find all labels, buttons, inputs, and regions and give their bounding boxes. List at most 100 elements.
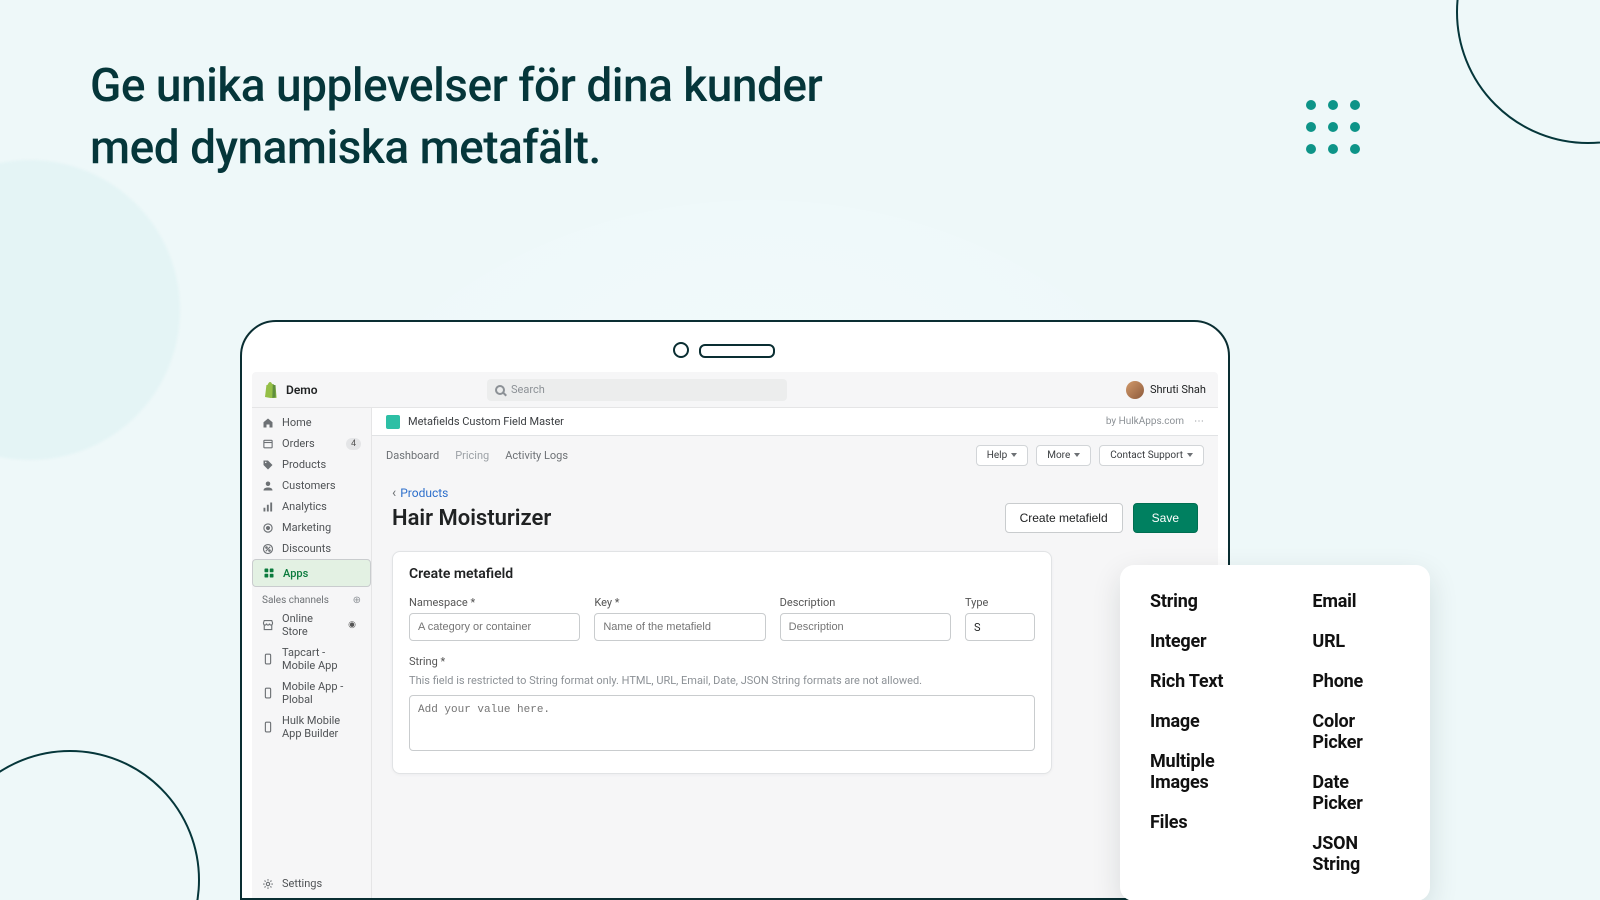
home-icon xyxy=(262,417,274,429)
tab-dashboard[interactable]: Dashboard xyxy=(386,449,439,462)
sidebar-item-label: Mobile App - Plobal xyxy=(282,680,361,706)
type-option-phone[interactable]: Phone xyxy=(1312,671,1400,692)
sales-channels-label: Sales channels ⊕ xyxy=(252,587,371,608)
sidebar-item-label: Products xyxy=(282,458,326,471)
sidebar-item-apps[interactable]: Apps xyxy=(252,559,371,587)
user-name: Shruti Shah xyxy=(1150,383,1206,396)
app-icon xyxy=(262,653,274,665)
analytics-icon xyxy=(262,501,274,513)
type-option-string[interactable]: String xyxy=(1150,591,1264,612)
gear-icon xyxy=(262,878,274,890)
tabs: Dashboard Pricing Activity Logs xyxy=(386,449,568,462)
namespace-label: Namespace * xyxy=(409,596,580,609)
sidebar-channel-online-store[interactable]: Online Store ◉ xyxy=(252,608,371,642)
type-select[interactable]: S xyxy=(965,613,1035,641)
hero-line1: Ge unika upplevelser för dina kunder xyxy=(90,59,822,113)
decor-ring-tr xyxy=(1400,0,1600,240)
sidebar-item-label: Discounts xyxy=(282,542,331,555)
chevron-down-icon xyxy=(1187,453,1193,457)
type-option-files[interactable]: Files xyxy=(1150,812,1264,833)
app-icon xyxy=(262,687,274,699)
sidebar-item-customers[interactable]: Customers xyxy=(252,475,371,496)
screen: Demo Search Shruti Shah Home Orders 4 xyxy=(252,372,1218,898)
sidebar-item-analytics[interactable]: Analytics xyxy=(252,496,371,517)
type-option-datepicker[interactable]: Date Picker xyxy=(1312,772,1400,814)
create-metafield-button[interactable]: Create metafield xyxy=(1005,503,1123,533)
hero-line2: med dynamiska metafält. xyxy=(90,121,601,175)
app-byline: by HulkApps.com xyxy=(1106,416,1184,427)
tab-activity[interactable]: Activity Logs xyxy=(505,449,568,462)
help-button[interactable]: Help xyxy=(976,445,1028,466)
main: Metafields Custom Field Master by HulkAp… xyxy=(372,408,1218,898)
sidebar-item-label: Settings xyxy=(282,877,322,890)
topbar: Demo Search Shruti Shah xyxy=(252,372,1218,408)
type-option-colorpicker[interactable]: Color Picker xyxy=(1312,711,1400,753)
description-label: Description xyxy=(780,596,951,609)
type-option-multipleimages[interactable]: Multiple Images xyxy=(1150,751,1264,793)
pin-icon[interactable]: ⋯ xyxy=(1194,416,1204,427)
user-menu[interactable]: Shruti Shah xyxy=(1126,381,1206,399)
products-icon xyxy=(262,459,274,471)
card-title: Create metafield xyxy=(409,566,1035,582)
sidebar-channel-tapcart[interactable]: Tapcart - Mobile App xyxy=(252,642,371,676)
types-popover: String Integer Rich Text Image Multiple … xyxy=(1120,565,1430,900)
chevron-down-icon xyxy=(1074,453,1080,457)
string-hint: This field is restricted to String forma… xyxy=(409,674,1035,687)
bg-blob-left xyxy=(0,160,180,460)
sidebar-item-label: Online Store xyxy=(282,612,335,638)
chevron-down-icon xyxy=(1011,453,1017,457)
app-header: Metafields Custom Field Master by HulkAp… xyxy=(372,408,1218,436)
type-option-url[interactable]: URL xyxy=(1312,631,1400,652)
sidebar-item-label: Marketing xyxy=(282,521,331,534)
sidebar-item-label: Tapcart - Mobile App xyxy=(282,646,361,672)
breadcrumb[interactable]: ‹ Products xyxy=(392,485,448,501)
app-name: Metafields Custom Field Master xyxy=(408,415,564,428)
contact-support-button[interactable]: Contact Support xyxy=(1099,445,1204,466)
sidebar-channel-hulk[interactable]: Hulk Mobile App Builder xyxy=(252,710,371,744)
type-option-email[interactable]: Email xyxy=(1312,591,1400,612)
type-option-integer[interactable]: Integer xyxy=(1150,631,1264,652)
laptop-frame: Demo Search Shruti Shah Home Orders 4 xyxy=(240,320,1230,900)
marketing-icon xyxy=(262,522,274,534)
breadcrumb-label: Products xyxy=(400,486,448,500)
sidebar-item-orders[interactable]: Orders 4 xyxy=(252,433,371,454)
save-button[interactable]: Save xyxy=(1133,503,1198,533)
view-store-icon[interactable]: ◉ xyxy=(343,619,361,631)
sidebar-item-home[interactable]: Home xyxy=(252,412,371,433)
apps-icon xyxy=(263,567,275,579)
sidebar: Home Orders 4 Products Customers A xyxy=(252,408,372,898)
sidebar-item-label: Apps xyxy=(283,567,308,580)
type-option-image[interactable]: Image xyxy=(1150,711,1264,732)
sidebar-item-marketing[interactable]: Marketing xyxy=(252,517,371,538)
more-button[interactable]: More xyxy=(1036,445,1091,466)
hero-heading: Ge unika upplevelser för dina kunder med… xyxy=(90,55,822,179)
sidebar-item-label: Home xyxy=(282,416,312,429)
sidebar-channel-plobal[interactable]: Mobile App - Plobal xyxy=(252,676,371,710)
sidebar-item-label: Customers xyxy=(282,479,336,492)
subheader: Dashboard Pricing Activity Logs Help Mor… xyxy=(372,436,1218,474)
key-label: Key * xyxy=(594,596,765,609)
customers-icon xyxy=(262,480,274,492)
value-textarea[interactable] xyxy=(409,695,1035,751)
sidebar-item-discounts[interactable]: Discounts xyxy=(252,538,371,559)
namespace-input[interactable] xyxy=(409,613,580,641)
string-label: String * xyxy=(409,655,1035,668)
chevron-left-icon: ‹ xyxy=(392,485,396,501)
decor-dots xyxy=(1306,100,1360,154)
key-input[interactable] xyxy=(594,613,765,641)
search-input[interactable]: Search xyxy=(487,379,787,401)
sidebar-item-label: Hulk Mobile App Builder xyxy=(282,714,361,740)
sidebar-item-label: Orders xyxy=(282,437,315,450)
orders-badge: 4 xyxy=(346,438,361,450)
type-option-jsonstring[interactable]: JSON String xyxy=(1312,833,1400,875)
type-label: Type xyxy=(965,596,1035,609)
page: ‹ Products Hair Moisturizer Create metaf… xyxy=(372,474,1218,774)
sidebar-item-settings[interactable]: Settings xyxy=(252,873,371,894)
type-option-richtext[interactable]: Rich Text xyxy=(1150,671,1264,692)
sidebar-item-products[interactable]: Products xyxy=(252,454,371,475)
discounts-icon xyxy=(262,543,274,555)
tab-pricing[interactable]: Pricing xyxy=(455,449,489,462)
add-channel-icon[interactable]: ⊕ xyxy=(353,595,361,606)
description-input[interactable] xyxy=(780,613,951,641)
orders-icon xyxy=(262,438,274,450)
